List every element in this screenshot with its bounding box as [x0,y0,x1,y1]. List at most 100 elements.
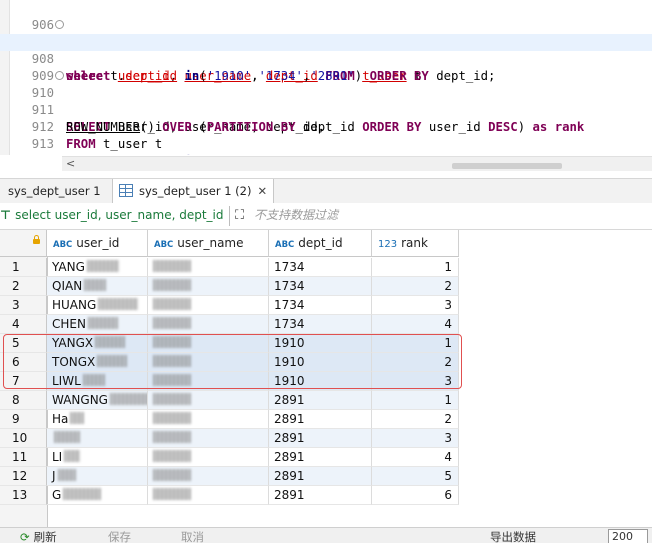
table-row[interactable]: 5 YANGX 1910 1 [0,334,459,353]
table-row[interactable]: 8 WANGNG 2891 1 [0,391,459,410]
table-row[interactable]: 7 LIWL 1910 3 [0,372,459,391]
sql-editor[interactable]: 906 907 select user_id, user_name, dept_… [0,0,652,155]
row-number[interactable]: 5 [0,334,47,353]
cell-dept-id[interactable]: 2891 [269,467,372,486]
filter-input[interactable]: 不支持数据过滤 [254,203,338,228]
cell-user-name[interactable] [148,486,269,505]
table-row[interactable]: 3 HUANG 1734 3 [0,296,459,315]
cell-user-name[interactable] [148,410,269,429]
cell-dept-id[interactable]: 1734 [269,277,372,296]
cell-rank[interactable]: 3 [372,429,459,448]
cell-rank[interactable]: 4 [372,315,459,334]
cell-dept-id[interactable]: 2891 [269,391,372,410]
table-row[interactable]: 10 2891 3 [0,429,459,448]
cell-user-id[interactable] [47,429,148,448]
table-row[interactable]: 2 QIAN 1734 2 [0,277,459,296]
cell-user-id[interactable]: TONGX [47,353,148,372]
cell-dept-id[interactable]: 1734 [269,258,372,277]
table-row[interactable]: 13 G 2891 6 [0,486,459,505]
cell-user-name[interactable] [148,315,269,334]
cell-rank[interactable]: 4 [372,448,459,467]
tab-sys-dept-user-1-2[interactable]: sys_dept_user 1 (2) ✕ [112,179,275,203]
row-number[interactable]: 7 [0,372,47,391]
export-data-button[interactable]: 导出数据 [490,530,536,543]
cell-user-id[interactable]: CHEN [47,315,148,334]
column-header-user-id[interactable]: ABC user_id [47,230,148,257]
cell-user-id[interactable]: G [47,486,148,505]
cell-rank[interactable]: 1 [372,334,459,353]
cell-user-name[interactable] [148,258,269,277]
cell-rank[interactable]: 1 [372,391,459,410]
row-number[interactable]: 10 [0,429,47,448]
cell-rank[interactable]: 2 [372,277,459,296]
cell-user-id[interactable]: YANGX [47,334,148,353]
cell-user-id[interactable]: HUANG [47,296,148,315]
cell-dept-id[interactable]: 1910 [269,334,372,353]
cell-dept-id[interactable]: 2891 [269,410,372,429]
table-row[interactable]: 9 Ha 2891 2 [0,410,459,429]
row-number[interactable]: 4 [0,315,47,334]
cell-rank[interactable]: 6 [372,486,459,505]
cell-user-id[interactable]: YANG [47,258,148,277]
fold-toggle-icon[interactable] [55,20,64,29]
table-row[interactable]: 6 TONGX 1910 2 [0,353,459,372]
row-number[interactable]: 2 [0,277,47,296]
cell-dept-id[interactable]: 1910 [269,353,372,372]
cell-user-name[interactable] [148,429,269,448]
cell-rank[interactable]: 3 [372,296,459,315]
table-row[interactable]: 1 YANG 1734 1 [0,258,459,277]
row-number[interactable]: 3 [0,296,47,315]
cell-dept-id[interactable]: 1910 [269,372,372,391]
editor-horizontal-scrollbar[interactable]: < [62,156,652,171]
cell-user-name[interactable] [148,353,269,372]
cell-user-name[interactable] [148,391,269,410]
cell-user-id[interactable]: J [47,467,148,486]
cell-dept-id[interactable]: 1734 [269,315,372,334]
refresh-button[interactable]: ⟳ 刷新 [20,530,57,543]
cell-dept-id[interactable]: 2891 [269,448,372,467]
fetch-size-input[interactable]: 200 [608,529,648,543]
cell-user-name[interactable] [148,372,269,391]
cell-user-id[interactable]: QIAN [47,277,148,296]
cell-user-id[interactable]: LI [47,448,148,467]
cell-dept-id[interactable]: 2891 [269,486,372,505]
cell-user-name[interactable] [148,334,269,353]
cell-user-name[interactable] [148,296,269,315]
save-button[interactable]: 保存 [108,530,131,543]
column-header-rank[interactable]: 123 rank [372,230,459,257]
cell-rank[interactable]: 3 [372,372,459,391]
grid-corner[interactable] [0,230,47,257]
close-tab-icon[interactable]: ✕ [257,184,267,198]
cell-user-name[interactable] [148,448,269,467]
row-number[interactable]: 6 [0,353,47,372]
cancel-button[interactable]: 取消 [181,530,204,543]
row-number[interactable]: 1 [0,258,47,277]
scrollbar-thumb[interactable] [452,163,562,169]
column-header-dept-id[interactable]: ABC dept_id [269,230,372,257]
cell-dept-id[interactable]: 1734 [269,296,372,315]
cell-user-name[interactable] [148,277,269,296]
column-header-user-name[interactable]: ABC user_name [148,230,269,257]
table-row[interactable]: 11 LI 2891 4 [0,448,459,467]
row-number[interactable]: 9 [0,410,47,429]
fold-toggle-icon[interactable] [55,71,64,80]
tab-sys-dept-user-1[interactable]: sys_dept_user 1 [2,179,107,203]
cell-dept-id[interactable]: 2891 [269,429,372,448]
row-number[interactable]: 12 [0,467,47,486]
cell-user-id[interactable]: Ha [47,410,148,429]
cell-rank[interactable]: 2 [372,410,459,429]
cell-rank[interactable]: 1 [372,258,459,277]
expand-icon[interactable]: ⛶ [235,208,244,223]
cell-user-id[interactable]: WANGNG [47,391,148,410]
query-filter-text[interactable]: ⊤ select user_id, user_name, dept_id FR( [0,203,228,229]
result-grid[interactable]: ABC user_id ABC user_name ABC dept_id 123 ra… [0,230,652,527]
row-number[interactable]: 8 [0,391,47,410]
cell-user-name[interactable] [148,467,269,486]
table-row[interactable]: 4 CHEN 1734 4 [0,315,459,334]
scroll-left-icon[interactable]: < [66,157,75,170]
cell-rank[interactable]: 2 [372,353,459,372]
row-number[interactable]: 13 [0,486,47,505]
row-number[interactable]: 11 [0,448,47,467]
table-row[interactable]: 12 J 2891 5 [0,467,459,486]
cell-rank[interactable]: 5 [372,467,459,486]
